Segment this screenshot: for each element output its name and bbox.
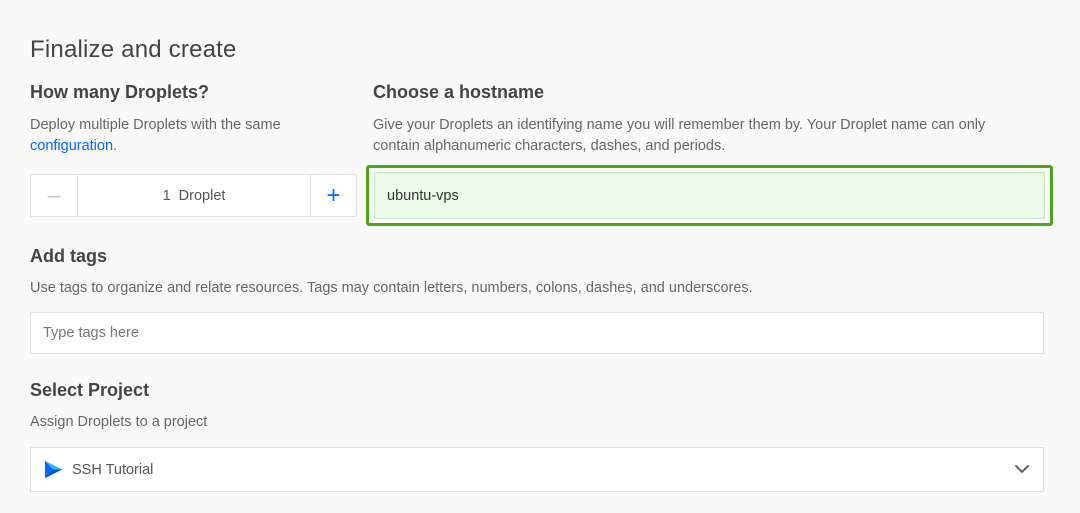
tags-heading: Add tags xyxy=(30,246,108,266)
droplet-count-description: Deploy multiple Droplets with the same c… xyxy=(30,115,330,157)
droplet-quantity-stepper: – 1 Droplet + xyxy=(30,174,357,217)
chevron-down-icon xyxy=(1014,461,1030,477)
increment-button[interactable]: + xyxy=(310,175,356,216)
configuration-link[interactable]: configuration xyxy=(30,138,113,154)
tags-description: Use tags to organize and relate resource… xyxy=(30,280,753,296)
droplet-count-desc-period: . xyxy=(113,138,118,154)
droplet-count-value: 1 Droplet xyxy=(162,187,226,204)
finalize-section: Finalize and create How many Droplets? D… xyxy=(0,0,1080,513)
project-description: Assign Droplets to a project xyxy=(30,414,208,430)
project-selected-value: SSH Tutorial xyxy=(72,461,154,478)
tags-input[interactable] xyxy=(30,312,1044,354)
droplet-count-desc-text: Deploy multiple Droplets with the same xyxy=(30,117,281,133)
hostname-heading: Choose a hostname xyxy=(373,82,545,102)
project-select[interactable]: SSH Tutorial xyxy=(30,447,1044,492)
droplet-count-heading: How many Droplets? xyxy=(30,82,210,102)
hostname-description: Give your Droplets an identifying name y… xyxy=(373,117,986,154)
project-flag-icon xyxy=(44,460,63,479)
section-title: Finalize and create xyxy=(30,36,237,63)
decrement-button[interactable]: – xyxy=(31,175,78,216)
project-heading: Select Project xyxy=(30,380,150,400)
hostname-input[interactable] xyxy=(374,172,1045,219)
